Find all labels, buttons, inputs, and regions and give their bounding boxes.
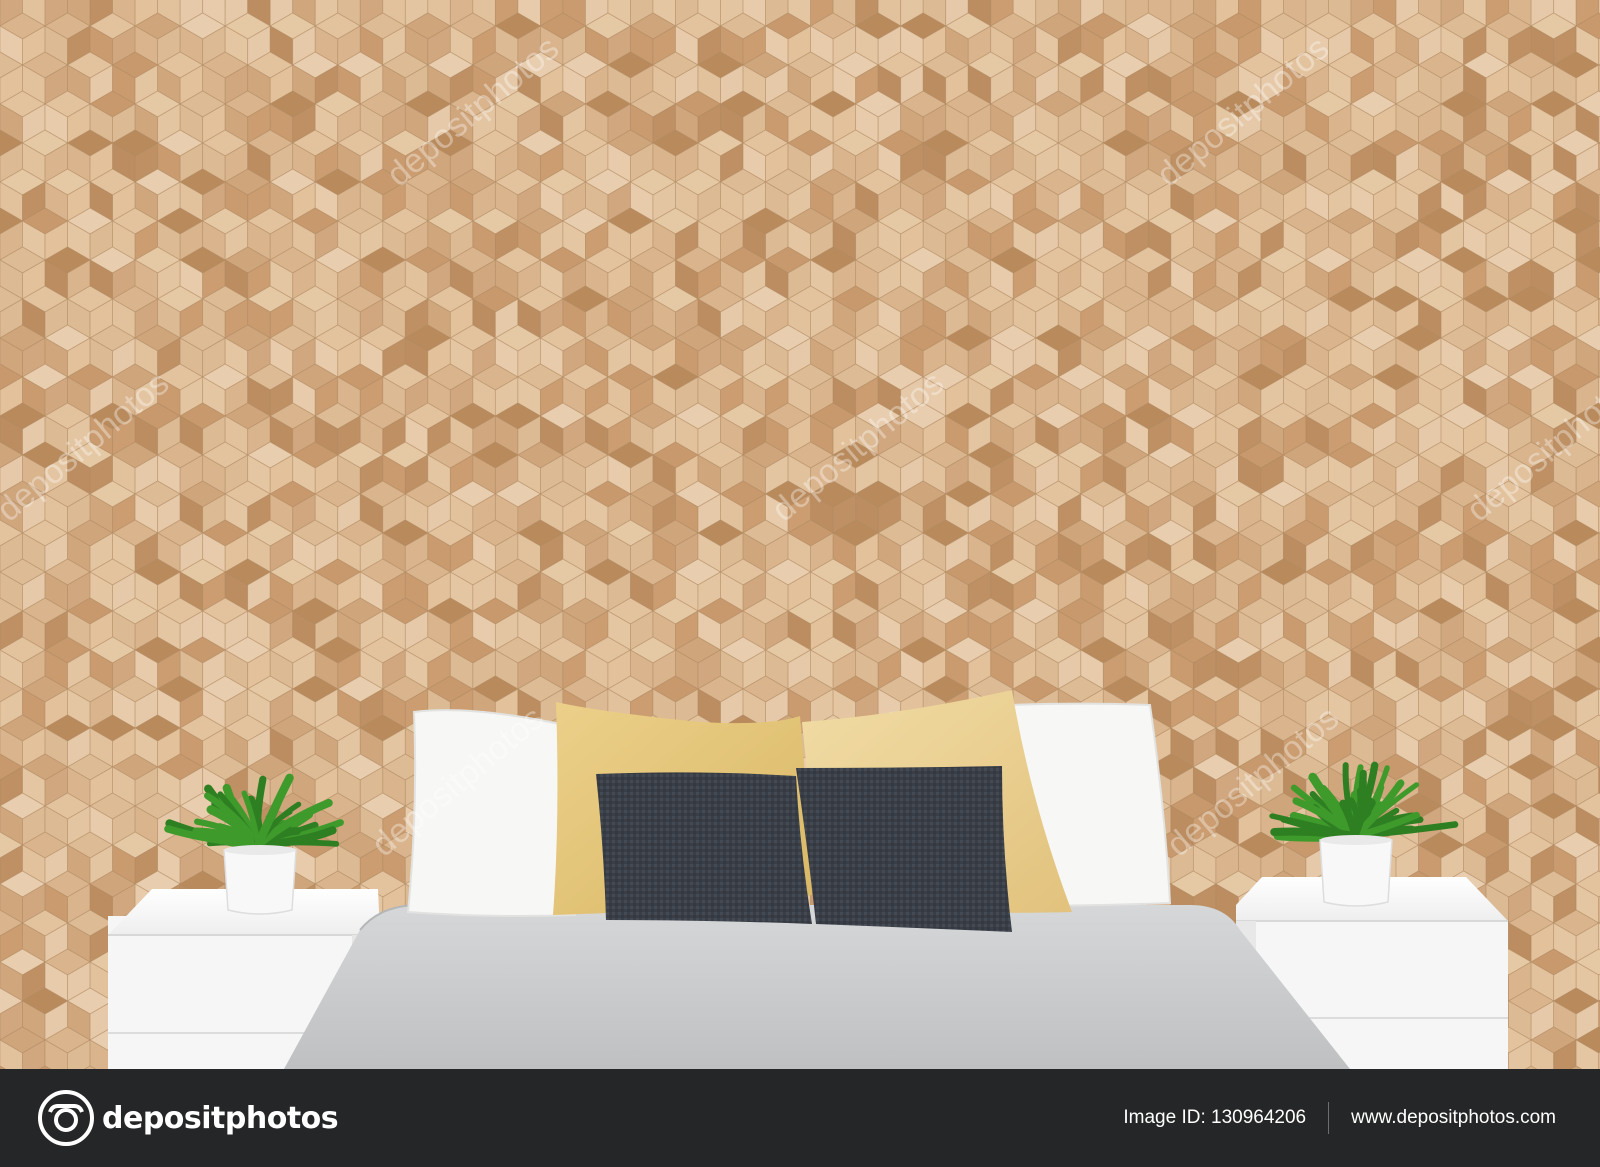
bedroom-photo: depositphotos depositphotosdepositphotos d… — [0, 0, 1600, 1069]
divider — [1328, 1102, 1330, 1134]
footer-bar: depositphotos Image ID: 130964206 www.de… — [0, 1069, 1600, 1167]
site-link[interactable]: www.depositphotos.com — [1351, 1107, 1556, 1129]
bed — [284, 904, 1350, 1069]
dark-cushion-left — [596, 772, 812, 924]
image-id: Image ID: 130964206 — [1123, 1107, 1307, 1128]
footer-meta: Image ID: 130964206 www.depositphotos.co… — [1123, 1069, 1556, 1167]
brand-name: depositphotos — [102, 1100, 339, 1136]
photo-scene: depositphotos depositphotos depositphotos d… — [0, 0, 1600, 1069]
camera-icon — [38, 1090, 94, 1146]
brand-logo[interactable]: depositphotos — [38, 1089, 339, 1147]
dark-cushion-right — [796, 766, 1012, 932]
